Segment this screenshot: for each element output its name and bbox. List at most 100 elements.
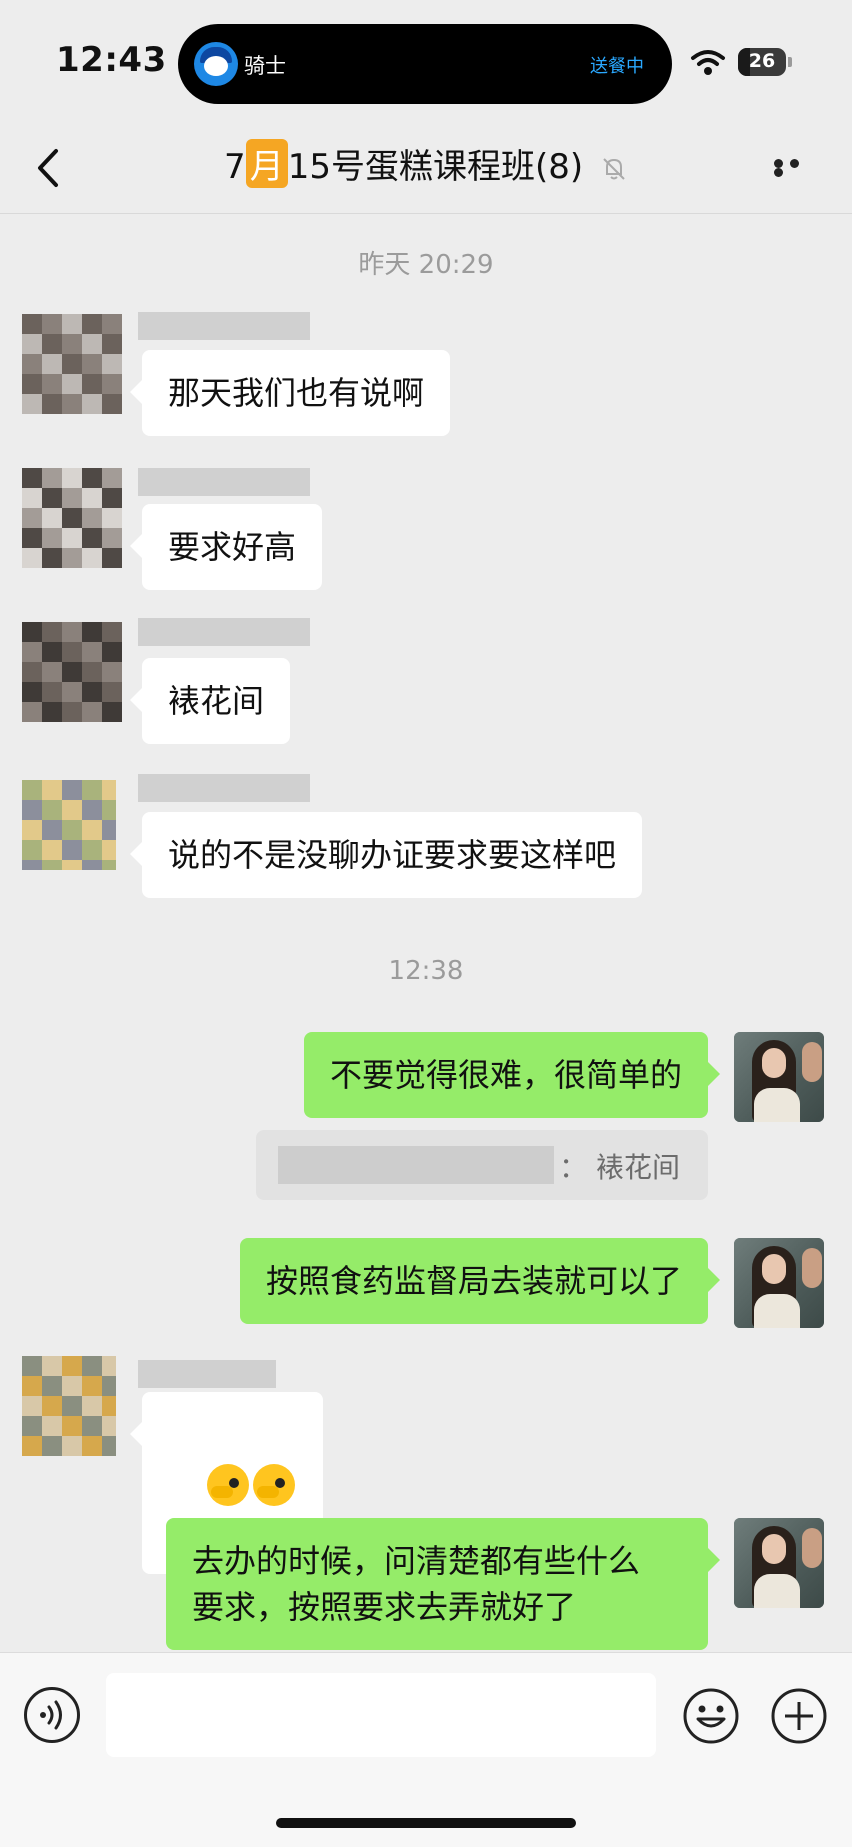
mosaic-cell [62,642,82,662]
mosaic-cell [62,354,82,374]
mosaic-cell [102,334,122,354]
mosaic-cell [102,622,122,642]
message-bubble-sent[interactable]: 按照食药监督局去装就可以了 [239,1238,721,1324]
mosaic-cell [42,840,62,860]
avatar[interactable] [22,468,122,568]
mosaic-cell [22,1376,42,1396]
message-bubble-sent[interactable]: 不要觉得很难，很简单的 [303,1032,721,1118]
mosaic-cell [102,314,122,334]
mosaic-cell [62,1436,82,1456]
mosaic-cell [62,1356,82,1376]
mosaic-cell [82,1356,102,1376]
quoted-sender [278,1146,554,1184]
mosaic-cell [102,840,116,860]
mosaic-cell [42,354,62,374]
mosaic-cell [62,468,82,488]
mosaic-cell [102,800,116,820]
avatar[interactable] [22,622,122,722]
title-badge: 月 [245,139,288,188]
battery-percent: 26 [748,50,776,72]
timestamp: 昨天 20:29 [358,250,494,280]
mosaic-cell [102,682,122,702]
mosaic-cell [22,682,42,702]
my-avatar[interactable] [734,1032,824,1122]
mosaic-cell [62,702,82,722]
mosaic-cell [22,374,42,394]
facepalm-emoji-icon [206,1464,249,1506]
mosaic-cell [42,528,62,548]
avatar[interactable] [22,780,116,870]
mosaic-cell [22,1396,42,1416]
more-dots-icon[interactable] [774,159,818,177]
mosaic-cell [22,1436,42,1456]
mosaic-cell [82,820,102,840]
mosaic-cell [62,548,82,568]
page-title[interactable]: 7 月 15号蛋糕课程班(8) [0,139,852,188]
mosaic-cell [42,334,62,354]
mosaic-cell [42,468,62,488]
rider-icon [194,42,238,86]
mosaic-avatar-3 [22,622,122,722]
mosaic-cell [22,468,42,488]
mosaic-cell [22,780,42,800]
mosaic-cell [62,622,82,642]
mosaic-cell [22,702,42,722]
mosaic-cell [102,548,122,568]
avatar[interactable] [22,1356,116,1460]
mosaic-cell [22,548,42,568]
mosaic-cell [22,840,42,860]
mosaic-cell [102,702,122,722]
message-input[interactable] [106,1673,656,1757]
mosaic-cell [22,354,42,374]
mosaic-cell [42,374,62,394]
mosaic-cell [82,394,102,414]
message-bubble[interactable]: 说的不是没聊办证要求要这样吧 [129,812,643,898]
mosaic-cell [102,1396,116,1416]
mosaic-cell [102,374,122,394]
mosaic-cell [22,860,42,870]
quoted-message[interactable]: ： 裱花间 [256,1130,708,1200]
smiley-icon[interactable] [682,1687,740,1745]
mosaic-cell [102,468,122,488]
mosaic-cell [102,508,122,528]
mosaic-cell [82,860,102,870]
message-bubble[interactable]: 裱花间 [129,658,291,744]
mosaic-cell [62,508,82,528]
mosaic-cell [62,314,82,334]
mosaic-cell [62,780,82,800]
message-bubble-sent[interactable]: 去办的时候，问清楚都有些什么 要求，按照要求去弄就好了 [166,1518,720,1650]
mosaic-cell [62,800,82,820]
my-avatar[interactable] [734,1238,824,1328]
plus-icon[interactable] [770,1687,828,1745]
sender-name [138,774,310,802]
mosaic-cell [102,1356,116,1376]
mosaic-cell [102,820,116,840]
mosaic-cell [22,528,42,548]
mosaic-cell [42,1416,62,1436]
my-avatar[interactable] [734,1518,824,1608]
mosaic-cell [62,1416,82,1436]
mosaic-cell [62,1396,82,1416]
mosaic-cell [82,334,102,354]
mosaic-cell [42,548,62,568]
avatar[interactable] [22,314,122,414]
live-activity-island[interactable]: 骑士 送餐中 [178,24,672,104]
message-bubble[interactable]: 要求好高 [129,504,323,590]
sender-name [138,1360,276,1388]
mosaic-cell [22,662,42,682]
mosaic-avatar-1 [22,314,122,414]
mosaic-cell [22,820,42,840]
mosaic-cell [82,622,102,642]
home-indicator [276,1818,576,1828]
mosaic-cell [42,860,62,870]
mosaic-cell [22,314,42,334]
voice-icon[interactable] [24,1687,80,1743]
message-bubble[interactable]: 那天我们也有说啊 [129,350,451,436]
mosaic-cell [42,488,62,508]
mosaic-cell [42,622,62,642]
mosaic-cell [82,702,102,722]
mosaic-cell [62,820,82,840]
mosaic-cell [82,314,102,334]
chat-header: 7 月 15号蛋糕课程班(8) [0,125,852,214]
mosaic-cell [82,468,102,488]
